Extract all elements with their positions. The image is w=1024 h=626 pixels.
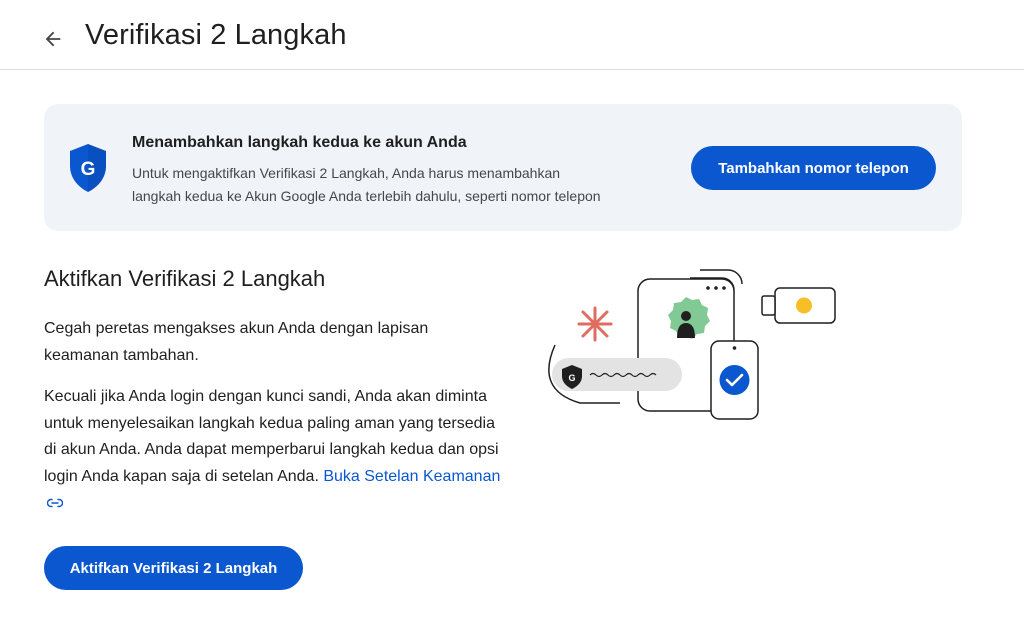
google-shield-icon: G [70,144,106,192]
link-icon [47,498,63,507]
app-header: Verifikasi 2 Langkah [0,0,1024,70]
arrow-back-icon [45,31,61,47]
banner-heading: Menambahkan langkah kedua ke akun Anda [132,134,467,151]
security-settings-link-label: Buka Setelan Keamanan [323,467,501,485]
two-step-verification-illustration: G [548,269,836,420]
banner-body-line2: langkah kedua ke Akun Google Anda terleb… [132,188,601,204]
asterisk-icon [577,306,613,342]
add-phone-number-button[interactable]: Tambahkan nomor telepon [691,146,936,190]
details-paragraph: Kecuali jika Anda login dengan kunci san… [44,384,504,517]
page-title: Verifikasi 2 Langkah [85,19,347,51]
svg-text:G: G [81,159,96,180]
enable-2sv-button[interactable]: Aktifkan Verifikasi 2 Langkah [44,546,303,590]
check-circle [719,365,750,395]
back-button[interactable] [36,22,70,56]
key-yellow-dot [796,297,812,314]
banner-body-line1: Untuk mengaktifkan Verifikasi 2 Langkah,… [132,165,561,181]
description-paragraph: Cegah peretas mengakses akun Anda dengan… [44,320,429,364]
svg-text:G: G [568,373,575,383]
section-title: Aktifkan Verifikasi 2 Langkah [44,266,326,291]
banner-body: Untuk mengaktifkan Verifikasi 2 Langkah,… [132,162,672,208]
